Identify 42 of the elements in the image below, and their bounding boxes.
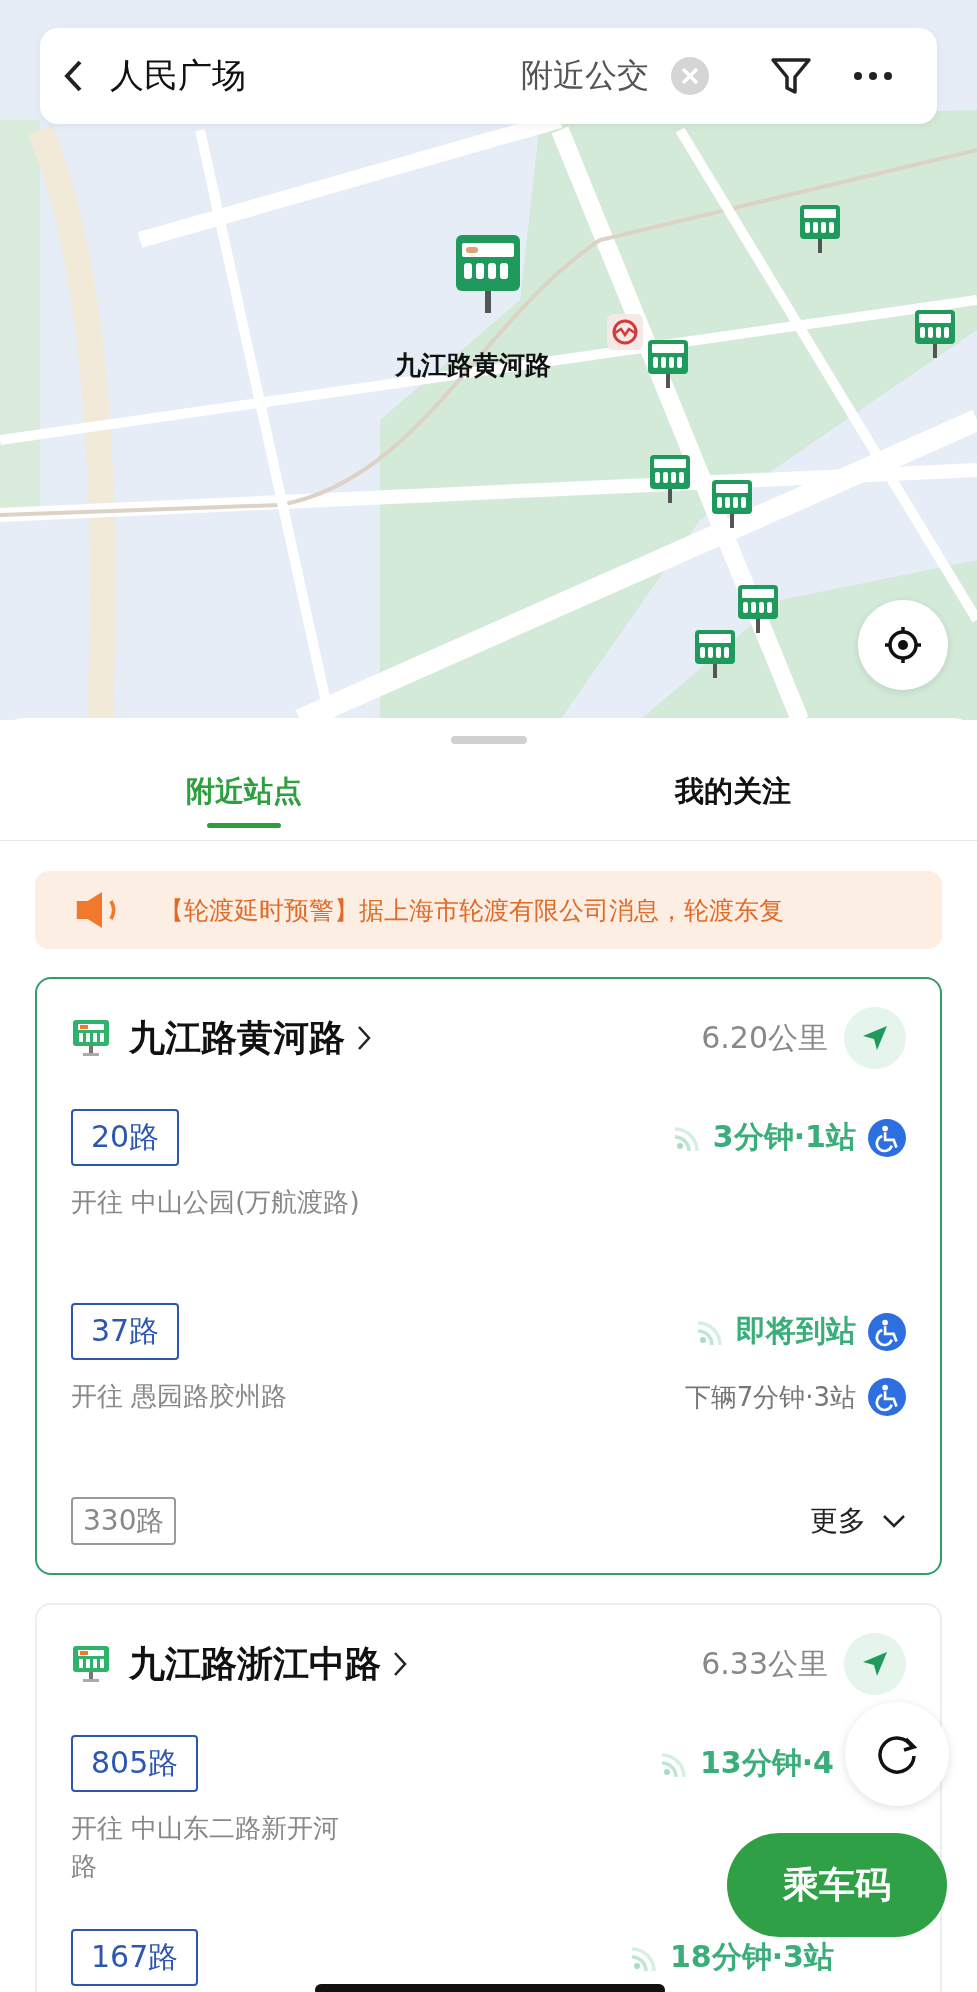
tab[interactable]: 我的关注 <box>488 744 977 840</box>
station-name[interactable]: 九江路黄河路 <box>129 1013 345 1063</box>
notice-text: 【轮渡延时预警】据上海市轮渡有限公司消息，轮渡东复 <box>159 894 784 927</box>
metro-icon[interactable] <box>607 314 643 350</box>
arrival-time: 13分钟·4 <box>699 1744 834 1782</box>
distance-text: 6.20公里 <box>701 1018 828 1057</box>
station-card[interactable]: 九江路黄河路 6.20公里 20路 3分钟·1站 开往 中山公园(万航渡路) 37路 即将到站 开往 愚园路胶州路 下辆7分钟·3站 330路 更多 <box>35 977 942 1575</box>
bus-stop-icon[interactable] <box>695 630 735 680</box>
arrival-time: 3分钟·1站 <box>712 1118 856 1156</box>
drag-handle[interactable] <box>450 736 527 744</box>
stop-label: 九江路黄河路 <box>395 349 551 382</box>
chevron-right-icon[interactable] <box>357 1025 371 1051</box>
more-button[interactable]: 更多 <box>810 1502 906 1540</box>
search-chip[interactable]: 附近公交 <box>521 54 649 98</box>
location-title: 人民广场 <box>110 54 247 97</box>
bus-stop-icon[interactable] <box>915 310 955 360</box>
chevron-down-icon <box>882 1514 906 1528</box>
bus-stop-icon <box>71 1018 111 1058</box>
route-tag[interactable]: 167路 <box>71 1929 199 1986</box>
locate-icon <box>883 625 923 665</box>
bus-stop-icon[interactable] <box>712 480 752 530</box>
route-tag[interactable]: 805路 <box>71 1735 199 1792</box>
distance-text: 6.33公里 <box>701 1644 828 1683</box>
bus-stop-icon <box>71 1644 111 1684</box>
arrival-time: 18分钟·3站 <box>669 1938 834 1976</box>
next-arrival: 下辆7分钟·3站 <box>684 1380 856 1414</box>
chevron-right-icon[interactable] <box>393 1651 407 1677</box>
arrival-time: 即将到站 <box>736 1312 856 1350</box>
bus-stop-icon[interactable] <box>456 235 520 315</box>
station-name[interactable]: 九江路浙江中路 <box>129 1639 381 1689</box>
destination-text: 开往 中山东二路新开河路 <box>71 1812 341 1883</box>
destination-text: 开往 愚园路胶州路 <box>71 1380 288 1413</box>
route-tag[interactable]: 37路 <box>71 1303 180 1360</box>
route-tag[interactable]: 20路 <box>71 1109 180 1166</box>
bus-stop-icon[interactable] <box>648 340 688 390</box>
bus-stop-icon[interactable] <box>800 205 840 255</box>
route-tag[interactable]: 330路 <box>71 1497 177 1545</box>
bus-stop-icon[interactable] <box>650 455 690 505</box>
bus-stop-icon[interactable] <box>738 585 778 635</box>
more-icon[interactable] <box>853 71 893 81</box>
tab[interactable]: 附近站点 <box>0 744 489 840</box>
destination-text: 开往 中山公园(万航渡路) <box>71 1186 360 1219</box>
